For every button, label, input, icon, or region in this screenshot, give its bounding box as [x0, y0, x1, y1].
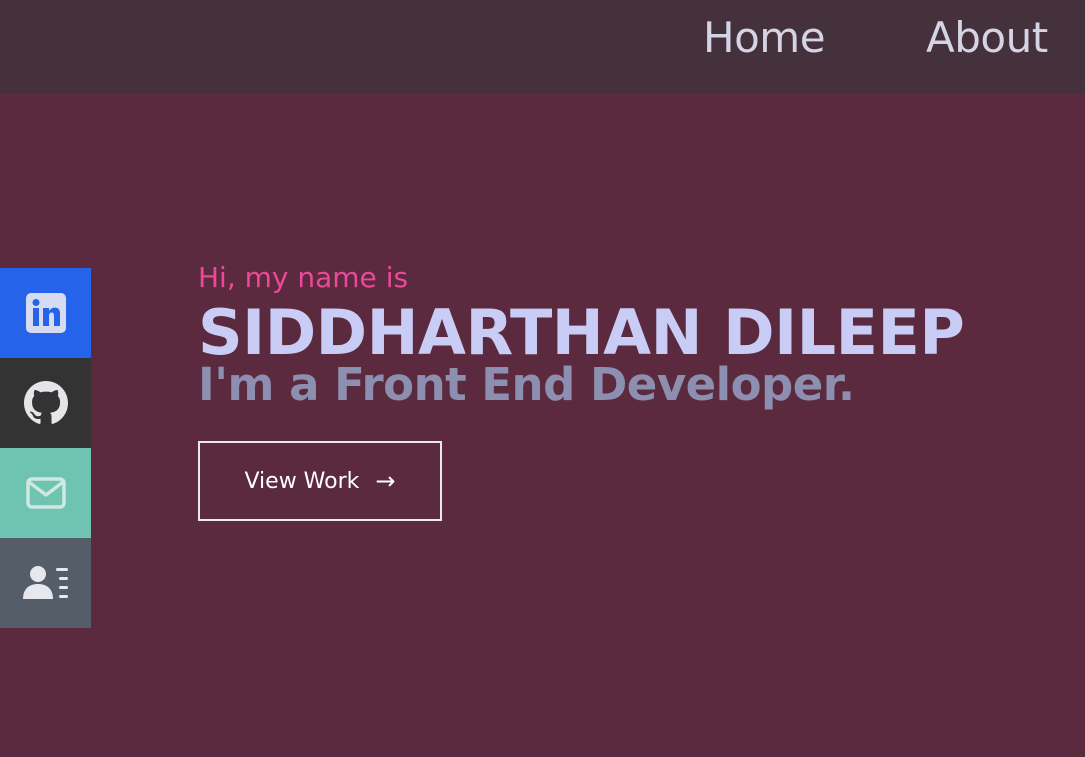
- social-sidebar: [0, 268, 91, 628]
- nav-link-home[interactable]: Home: [703, 12, 826, 64]
- hero-greeting: Hi, my name is: [198, 261, 409, 294]
- resume-icon: [22, 566, 68, 599]
- arrow-right-icon: →: [375, 467, 396, 495]
- resume-link[interactable]: [0, 538, 91, 628]
- view-work-label: View Work: [244, 468, 360, 494]
- hero-section: Hi, my name is SIDDHARTHAN DILEEP I'm a …: [198, 258, 965, 411]
- mail-icon: [25, 477, 66, 509]
- view-work-button[interactable]: View Work →: [198, 441, 442, 521]
- github-link[interactable]: [0, 358, 91, 448]
- navbar: Home About: [0, 0, 1085, 94]
- github-icon: [23, 381, 68, 424]
- hero-tagline: I'm a Front End Developer.: [198, 358, 855, 411]
- email-link[interactable]: [0, 448, 91, 538]
- nav-link-about[interactable]: About: [926, 12, 1048, 64]
- linkedin-icon: [25, 293, 66, 333]
- linkedin-link[interactable]: [0, 268, 91, 358]
